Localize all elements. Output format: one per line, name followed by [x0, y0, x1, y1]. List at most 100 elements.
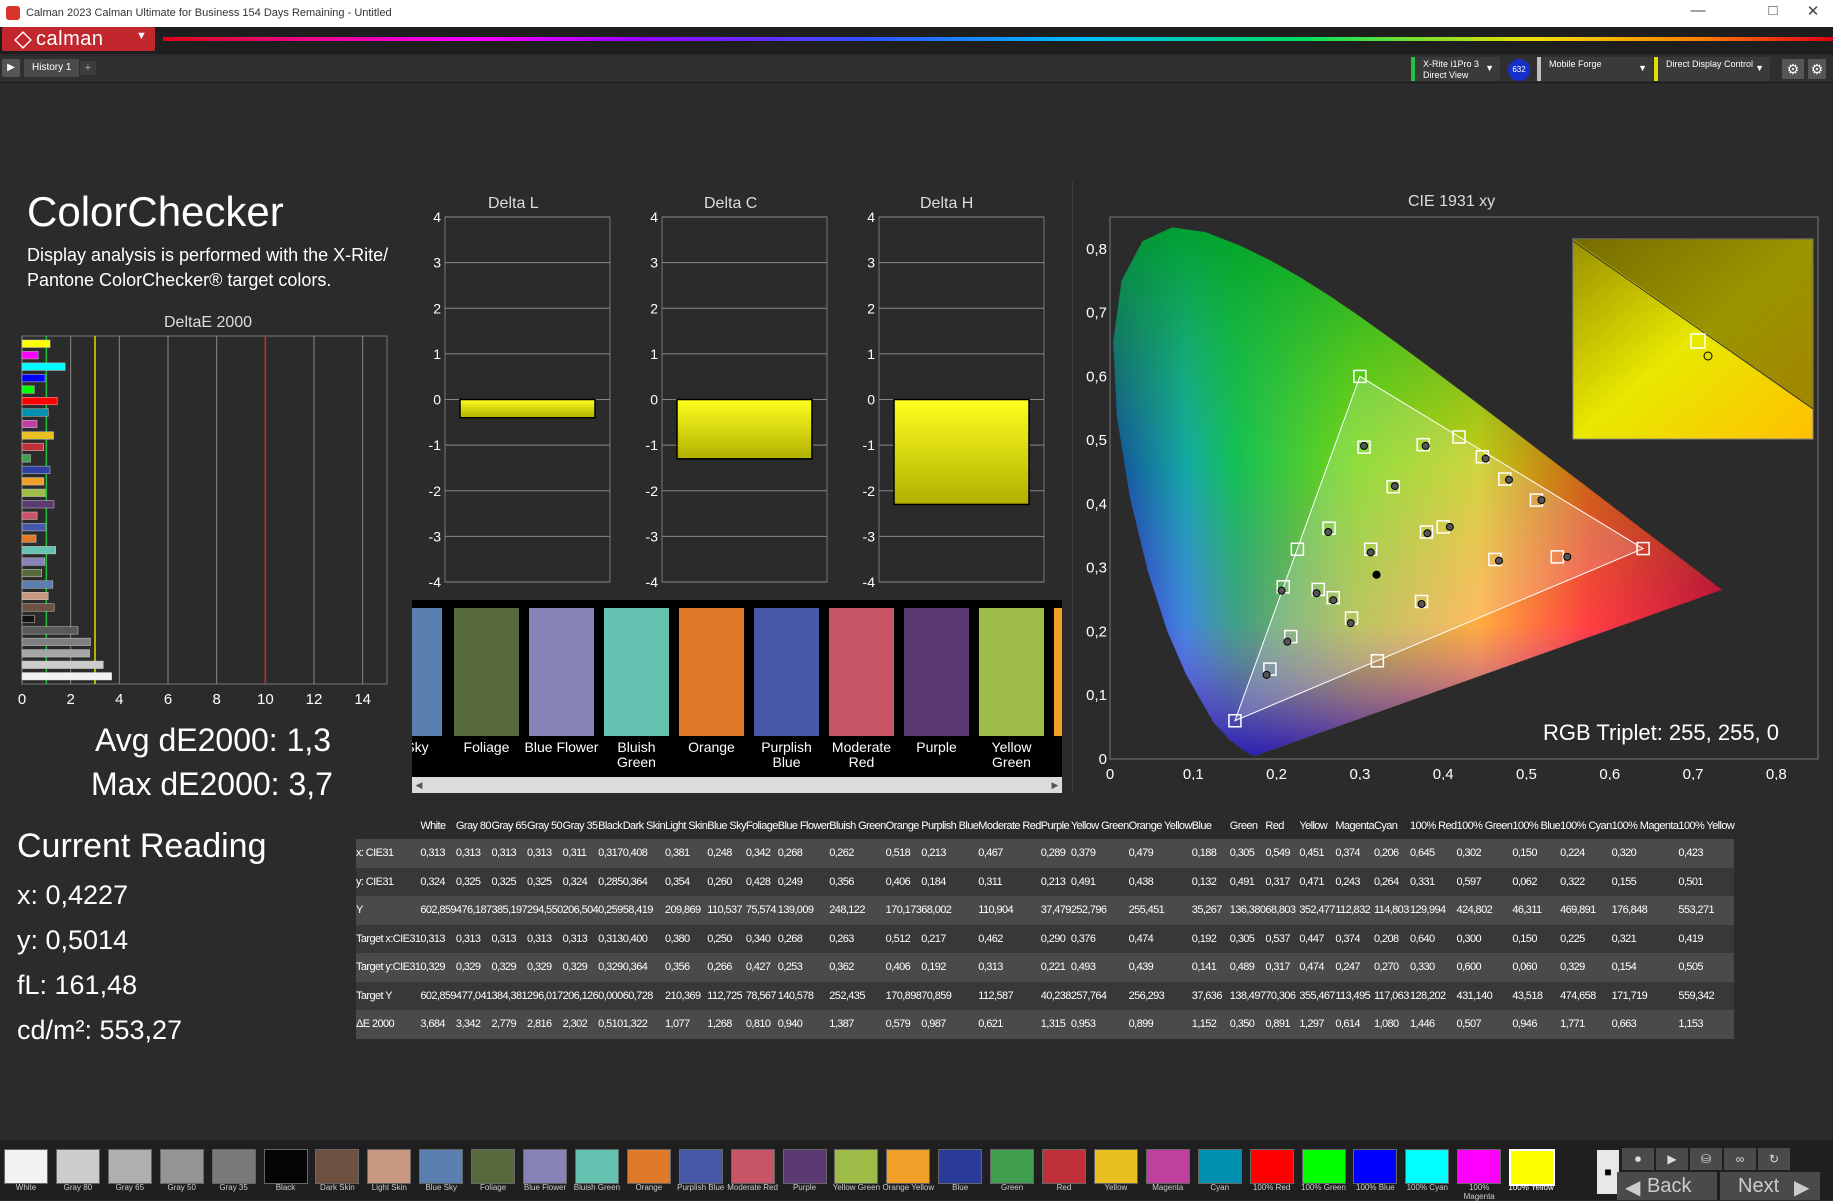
- bottom-swatch[interactable]: [159, 1149, 204, 1184]
- tab-history-1[interactable]: History 1: [24, 59, 80, 77]
- scroll-left-icon[interactable]: ◀: [412, 777, 426, 793]
- table-cell: 0,224: [1560, 839, 1612, 868]
- bottom-swatch[interactable]: [107, 1149, 152, 1184]
- bottom-swatch[interactable]: [523, 1149, 567, 1184]
- meter-selector[interactable]: X-Rite i1Pro 3 Direct View ▼: [1411, 57, 1500, 81]
- bottom-swatch[interactable]: [938, 1149, 983, 1184]
- deltae-bar: [21, 442, 44, 451]
- bottom-swatch[interactable]: [55, 1149, 100, 1184]
- swatch-foliage[interactable]: [454, 608, 519, 736]
- play-button[interactable]: ▶: [1656, 1148, 1688, 1170]
- pattern-source-selector[interactable]: Mobile Forge ▼: [1537, 57, 1653, 81]
- bottom-swatch[interactable]: [1457, 1149, 1502, 1184]
- x-tick-label: 2: [66, 691, 74, 708]
- table-cell: 0,305: [1229, 924, 1266, 953]
- bottom-swatch[interactable]: [1301, 1149, 1346, 1184]
- record-icon[interactable]: ⏺: [1622, 1148, 1654, 1170]
- deltae-bar: [21, 362, 66, 371]
- swatch-blue-flower[interactable]: [529, 608, 594, 736]
- bottom-swatch[interactable]: [574, 1149, 619, 1184]
- table-cell: 2,302: [562, 1010, 599, 1039]
- bottom-swatch[interactable]: [678, 1149, 723, 1184]
- next-button[interactable]: Next ▶: [1720, 1172, 1820, 1200]
- gear-icon[interactable]: ⚙: [1782, 59, 1804, 79]
- swatch-bluish-green[interactable]: [604, 608, 669, 736]
- save-button[interactable]: ⛁: [1690, 1148, 1722, 1170]
- y-tick-label: 0,1: [1086, 687, 1107, 704]
- bottom-swatch[interactable]: [1145, 1149, 1190, 1184]
- bottom-swatch[interactable]: [367, 1149, 412, 1184]
- deltae-bar: [21, 465, 51, 474]
- bottom-swatch-label: Yellow Green: [832, 1183, 881, 1192]
- swatch-purplish-blue[interactable]: [754, 608, 819, 736]
- close-button[interactable]: ✕: [1793, 2, 1833, 20]
- meter-badge[interactable]: 632: [1508, 59, 1530, 81]
- bottom-swatch[interactable]: [1093, 1149, 1138, 1184]
- column-header: Gray 65: [491, 813, 528, 839]
- bottom-swatch[interactable]: [886, 1149, 931, 1184]
- bottom-swatch[interactable]: [1197, 1149, 1242, 1184]
- minimize-button[interactable]: —: [1678, 2, 1718, 19]
- refresh-button[interactable]: ↻: [1758, 1148, 1790, 1170]
- bottom-swatch[interactable]: [1249, 1149, 1294, 1184]
- swatch-scrollbar[interactable]: ◀ ▶: [412, 777, 1062, 793]
- column-header: Blue Flower: [777, 813, 830, 839]
- table-cell: 0,940: [777, 1010, 830, 1039]
- swatch-purple[interactable]: [904, 608, 969, 736]
- display-control-selector[interactable]: Direct Display Control ▼: [1654, 57, 1770, 81]
- add-tab-button[interactable]: +: [80, 61, 96, 75]
- bottom-swatch-label: 100% Green: [1301, 1183, 1346, 1192]
- table-cell: 113,495: [1335, 981, 1374, 1010]
- table-cell: 0,062: [1512, 867, 1561, 896]
- swatch-moderate-red[interactable]: [829, 608, 894, 736]
- bottom-swatch[interactable]: [1405, 1149, 1450, 1184]
- bottom-swatch[interactable]: [4, 1149, 48, 1184]
- row-label: Target Y: [356, 981, 421, 1010]
- measured-point: [1329, 596, 1338, 605]
- bottom-swatch[interactable]: [782, 1149, 827, 1184]
- table-cell: 0,364: [622, 867, 665, 896]
- swatch-orange[interactable]: [679, 608, 744, 736]
- deltae-bar: [21, 339, 51, 348]
- play-icon[interactable]: ▶: [2, 59, 20, 77]
- calman-menu-button[interactable]: calman ▼: [2, 27, 155, 51]
- bottom-swatch-label: Red: [1056, 1183, 1072, 1192]
- table-cell: 0,537: [1265, 924, 1300, 953]
- link-button[interactable]: ∞: [1724, 1148, 1756, 1170]
- table-cell: 0,313: [527, 839, 563, 868]
- table-cell: 0,987: [921, 1010, 979, 1039]
- bottom-swatch[interactable]: [834, 1149, 879, 1184]
- swatch-label: Bluish Green: [617, 739, 656, 770]
- bottom-swatch[interactable]: [1042, 1149, 1086, 1184]
- bottom-swatch[interactable]: [730, 1149, 775, 1184]
- bottom-swatch[interactable]: [1353, 1149, 1398, 1184]
- bottom-swatch[interactable]: [1509, 1149, 1556, 1186]
- deltae-bar: [21, 660, 104, 669]
- bottom-swatch[interactable]: [626, 1149, 671, 1184]
- bottom-swatch-label: Foliage: [479, 1183, 507, 1192]
- deltae-bar: [21, 637, 91, 646]
- back-button[interactable]: ◀ Back: [1617, 1172, 1717, 1200]
- bottom-swatch[interactable]: [315, 1149, 360, 1184]
- swatch-orange-yellow[interactable]: [1054, 608, 1062, 736]
- window-title: Calman 2023 Calman Ultimate for Business…: [26, 7, 392, 19]
- bottom-swatch[interactable]: [471, 1149, 516, 1184]
- table-cell: 171,719: [1611, 981, 1679, 1010]
- settings-icon[interactable]: ⚙: [1808, 59, 1826, 79]
- maximize-button[interactable]: □: [1753, 2, 1793, 19]
- bottom-swatch[interactable]: [211, 1149, 256, 1184]
- table-cell: 0,313: [420, 839, 456, 868]
- swatch-strip[interactable]: Sky Foliage Blue Flower Bluish Green Ora…: [412, 600, 1062, 777]
- stop-button[interactable]: ■: [1597, 1150, 1619, 1194]
- scroll-right-icon[interactable]: ▶: [1048, 777, 1062, 793]
- swatch-sky[interactable]: [412, 608, 442, 736]
- swatch-yellow-green[interactable]: [979, 608, 1044, 736]
- table-cell: 248,122: [829, 896, 886, 925]
- table-cell: 0,302: [1456, 839, 1513, 868]
- y-tick-label: 0: [433, 392, 441, 408]
- table-cell: 1,077: [664, 1010, 708, 1039]
- bottom-swatch[interactable]: [263, 1149, 308, 1184]
- bottom-swatch[interactable]: [419, 1149, 464, 1184]
- bottom-swatch-label: Orange: [635, 1183, 663, 1192]
- bottom-swatch[interactable]: [990, 1149, 1035, 1184]
